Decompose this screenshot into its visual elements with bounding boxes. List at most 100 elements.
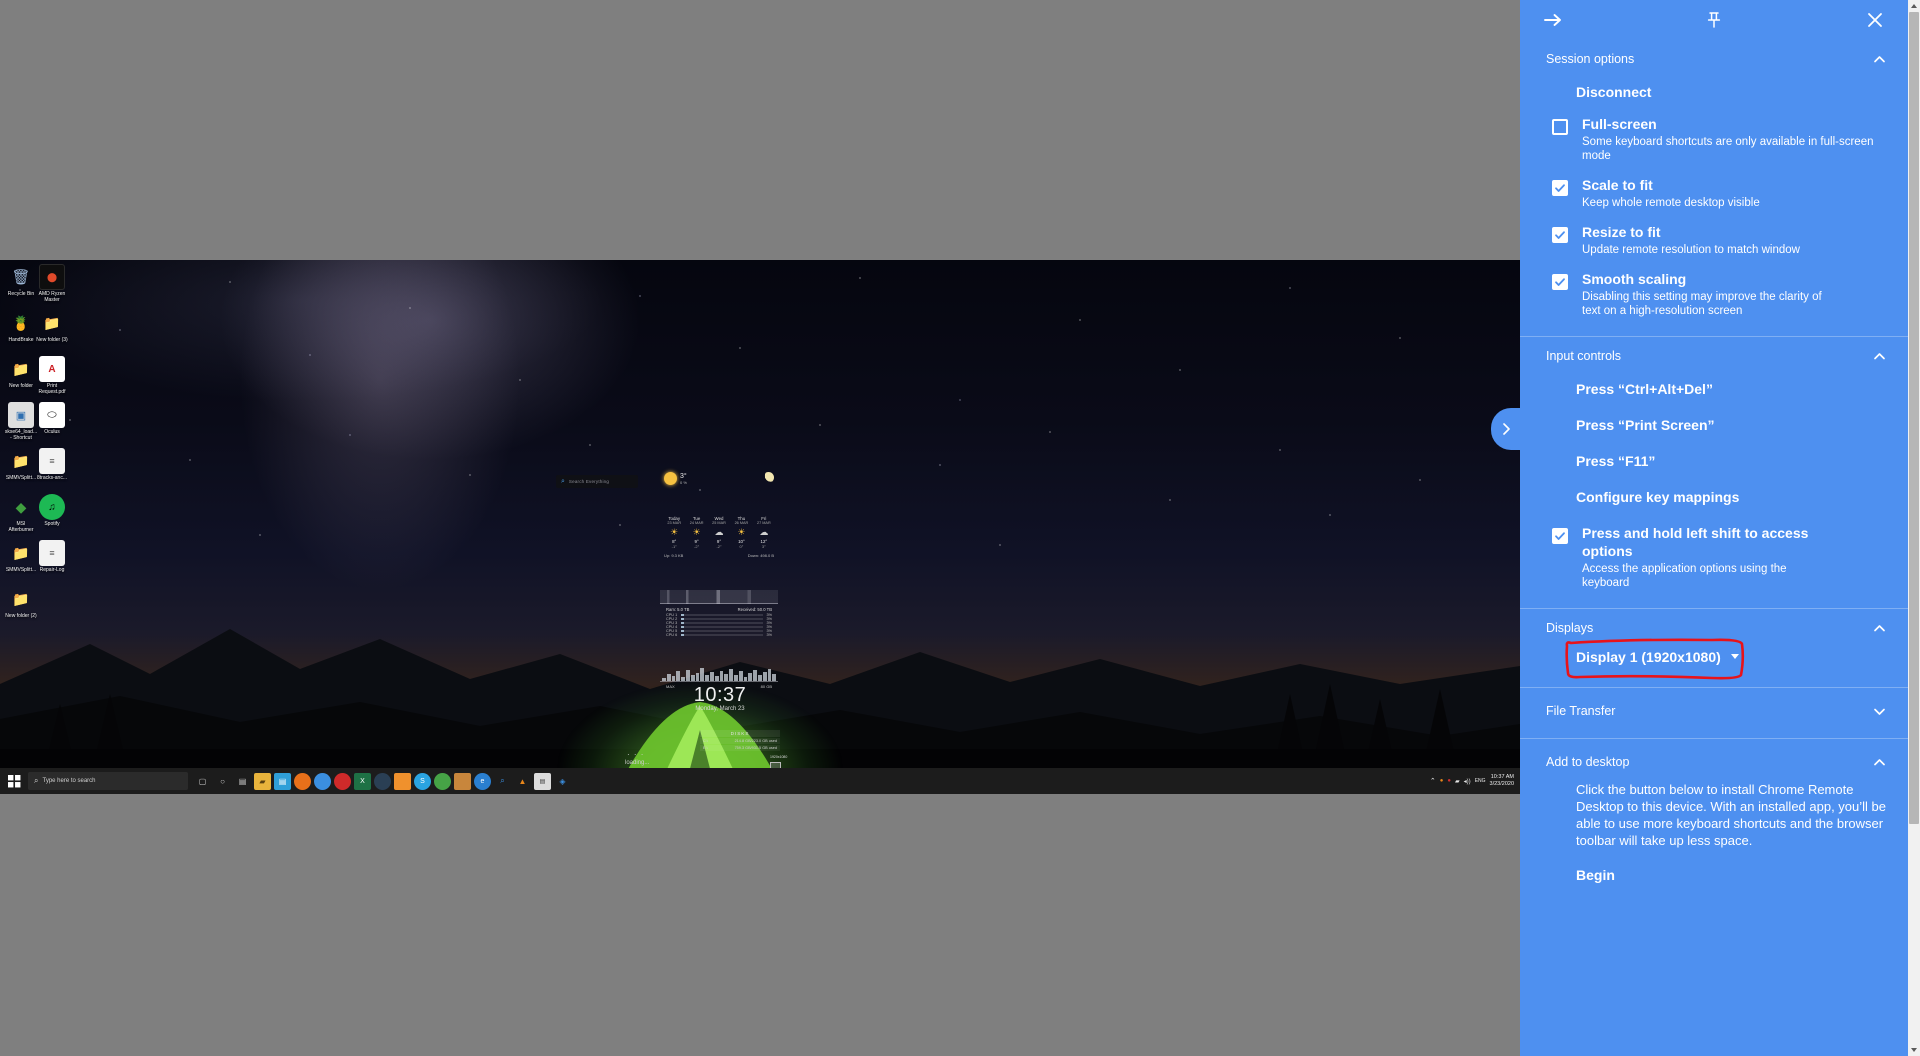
desktop-icon[interactable]: 📁 SMMVSplitt...: [4, 448, 38, 482]
desktop-icon[interactable]: ♫ Spotify: [35, 494, 69, 527]
desktop-icon[interactable]: ≡ 8tracks-anc...: [35, 448, 69, 481]
windows-taskbar[interactable]: ⌕ Type here to search ▢ ○ ▤ ▰ ▤ X S e ⌕: [0, 768, 1520, 794]
checkbox-press-hold-left-shift[interactable]: Press and hold left shift to access opti…: [1520, 515, 1908, 598]
skse64-shortcut-icon: ▣: [8, 402, 34, 428]
photos-icon[interactable]: [454, 772, 471, 790]
notepad-icon[interactable]: ▤: [534, 772, 551, 790]
close-icon[interactable]: [1862, 7, 1888, 33]
edge-icon[interactable]: e: [474, 772, 491, 790]
tray-language-label[interactable]: ENG: [1475, 778, 1486, 784]
greenshot-icon[interactable]: [434, 772, 451, 790]
taskbar-clock[interactable]: 10:37 AM 3/23/2020: [1490, 774, 1514, 788]
desktop-icon[interactable]: 📁 New folder (3): [35, 310, 69, 344]
vlc-icon[interactable]: ▲: [514, 773, 531, 790]
chevron-up-icon[interactable]: [1870, 753, 1888, 771]
scroll-up-arrow-icon[interactable]: [1908, 0, 1920, 12]
chrome-icon[interactable]: [314, 772, 331, 790]
tray-volume-icon[interactable]: ◂)): [1464, 778, 1471, 785]
desktop-icon[interactable]: 📁 New folder (2): [4, 586, 38, 620]
text-file-icon: ≡: [39, 540, 65, 566]
section-header-input-controls[interactable]: Input controls: [1520, 337, 1908, 371]
checkbox-box[interactable]: [1552, 119, 1568, 135]
network-up-label: Up: 9.3 KB: [664, 553, 684, 558]
press-print-screen-button[interactable]: Press “Print Screen”: [1520, 407, 1908, 443]
configure-key-mappings-button[interactable]: Configure key mappings: [1520, 479, 1908, 515]
pin-icon[interactable]: [1701, 7, 1727, 33]
checkbox-scale-to-fit[interactable]: Scale to fit Keep whole remote desktop v…: [1520, 171, 1908, 218]
desktop-icon[interactable]: 🗑 Recycle Bin: [4, 264, 38, 297]
everything-search-bar[interactable]: ⌕ Search Everything: [556, 475, 638, 488]
chevron-up-icon[interactable]: [1870, 619, 1888, 637]
disk-drive: E:\: [703, 746, 708, 750]
desktop-icon[interactable]: 📁 New folder: [4, 356, 38, 390]
checkbox-resize-to-fit[interactable]: Resize to fit Update remote resolution t…: [1520, 218, 1908, 265]
cortana-icon[interactable]: ○: [214, 773, 231, 790]
disconnect-button[interactable]: Disconnect: [1520, 74, 1908, 110]
file-explorer-icon[interactable]: ▰: [254, 772, 271, 790]
checkbox-smooth-scaling[interactable]: Smooth scaling Disabling this setting ma…: [1520, 265, 1908, 326]
tray-expand-chevron-icon[interactable]: ⌃: [1430, 777, 1436, 785]
desktop-icon-label: SMMVSplitt...: [5, 475, 37, 481]
caret-down-icon[interactable]: [1729, 649, 1741, 665]
display-selector-button[interactable]: Display 1 (1920x1080): [1576, 649, 1741, 665]
rainmeter-icon[interactable]: ◈: [554, 773, 571, 790]
folder-icon: 📁: [12, 360, 30, 377]
checkbox-box[interactable]: [1552, 528, 1568, 544]
press-ctrl-alt-del-button[interactable]: Press “Ctrl+Alt+Del”: [1520, 371, 1908, 407]
folder-icon: 📁: [12, 590, 30, 607]
checkbox-box[interactable]: [1552, 180, 1568, 196]
desktop-icon[interactable]: ⬤ AMD Ryzen Master: [35, 264, 69, 303]
desktop-icon[interactable]: ◆ MSI Afterburner: [4, 494, 38, 534]
section-header-displays[interactable]: Displays: [1520, 609, 1908, 643]
weather-day-icon: ☀: [692, 527, 701, 537]
task-view-icon[interactable]: ▢: [194, 773, 211, 790]
search-icon: ⌕: [34, 776, 39, 785]
arrow-right-icon[interactable]: [1540, 7, 1566, 33]
steam-icon[interactable]: [374, 772, 391, 790]
desktop-icon[interactable]: A Print Request.pdf: [35, 356, 69, 395]
section-header-session-options[interactable]: Session options: [1520, 40, 1908, 74]
panel-expand-handle[interactable]: [1491, 408, 1521, 450]
timeline-icon[interactable]: ▤: [234, 773, 251, 790]
desktop-icon[interactable]: ▣ skse64_load... - Shortcut: [4, 402, 38, 441]
chevron-up-icon[interactable]: [1870, 50, 1888, 68]
network-down-label: Down: 498.0 B: [747, 553, 774, 558]
firefox-icon[interactable]: [294, 772, 311, 790]
scroll-down-arrow-icon[interactable]: [1908, 1044, 1920, 1056]
checkbox-box[interactable]: [1552, 274, 1568, 290]
opera-icon[interactable]: [334, 772, 351, 790]
windows-start-icon[interactable]: [2, 769, 26, 793]
press-f11-button[interactable]: Press “F11”: [1520, 443, 1908, 479]
checkbox-label: Scale to fit: [1582, 177, 1653, 193]
chevron-up-icon[interactable]: [1870, 347, 1888, 365]
everything-icon[interactable]: ⌕: [494, 773, 511, 790]
desktop-icon[interactable]: 🍍 HandBrake: [4, 310, 38, 344]
checkbox-description: Keep whole remote desktop visible: [1582, 197, 1760, 209]
excel-icon[interactable]: X: [354, 772, 371, 790]
panel-header: [1520, 0, 1908, 40]
begin-button[interactable]: Begin: [1520, 857, 1908, 899]
discord-icon[interactable]: [394, 772, 411, 790]
store-icon[interactable]: ▤: [274, 772, 291, 790]
weather-day-low: 3°: [761, 544, 766, 549]
desktop-icon[interactable]: 📁 SMMVSplitt...: [4, 540, 38, 574]
panel-scrollbar[interactable]: [1908, 0, 1920, 1056]
desktop-icon[interactable]: ⬭ Oculus: [35, 402, 69, 435]
section-header-add-to-desktop[interactable]: Add to desktop: [1520, 739, 1908, 777]
remote-desktop-viewport[interactable]: 🗑 Recycle Bin ⬤ AMD Ryzen Master 🍍 HandB…: [0, 260, 1520, 794]
weather-day-icon: ☁: [714, 527, 724, 537]
tray-icon[interactable]: ●: [1447, 778, 1451, 784]
checkbox-full-screen[interactable]: Full-screen Some keyboard shortcuts are …: [1520, 110, 1908, 171]
skype-icon[interactable]: S: [414, 772, 431, 790]
section-header-file-transfer[interactable]: File Transfer: [1520, 688, 1908, 732]
tray-network-icon[interactable]: ▰: [1455, 778, 1460, 785]
chevron-right-icon: [1503, 423, 1510, 435]
tray-icon[interactable]: ●: [1440, 778, 1444, 784]
checkbox-box[interactable]: [1552, 227, 1568, 243]
checkbox-description: Disabling this setting may improve the c…: [1582, 291, 1822, 317]
taskbar-search-input[interactable]: ⌕ Type here to search: [28, 772, 188, 790]
chevron-down-icon[interactable]: [1870, 702, 1888, 720]
scrollbar-thumb[interactable]: [1909, 12, 1919, 824]
folder-icon: 📁: [43, 314, 61, 331]
desktop-icon[interactable]: ≡ Repair-Log: [35, 540, 69, 573]
